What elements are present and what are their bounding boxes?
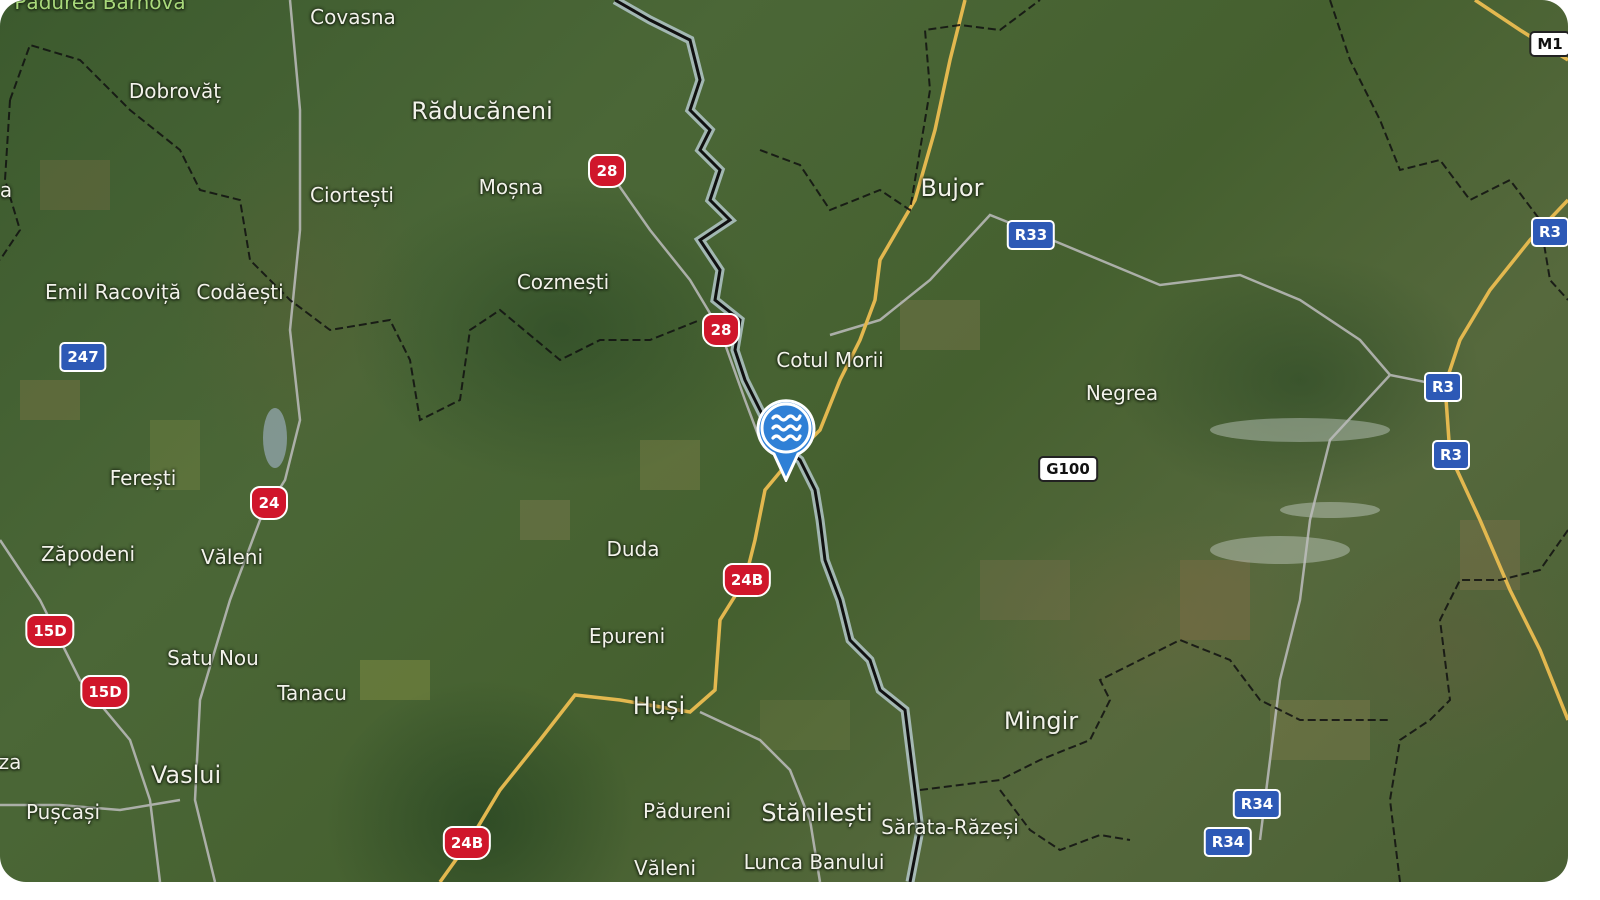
road-shield-15d: 15D — [25, 614, 75, 648]
place-label-vaslui: Vaslui — [150, 761, 222, 789]
road-shield-24b: 24B — [722, 563, 772, 597]
place-label-tanacu: Tanacu — [277, 681, 347, 705]
place-label-duda: Duda — [606, 537, 660, 561]
location-pin-marker[interactable] — [756, 398, 816, 484]
place-label-edge-left-za: za — [0, 750, 22, 774]
place-label-epureni: Epureni — [588, 624, 666, 648]
place-label-sarata-razesi: Sărata-Răzeși — [881, 815, 1019, 839]
road-shield-24: 24 — [250, 486, 288, 520]
place-label-satu-nou: Satu Nou — [167, 646, 259, 670]
place-label-valeni: Văleni — [200, 545, 264, 569]
place-label-cotul-morii: Cotul Morii — [776, 348, 884, 372]
place-label-stanilesti: Stănilești — [761, 799, 873, 827]
place-label-ciortesti: Ciortești — [310, 183, 394, 207]
place-label-padurea-barnova: Pădurea Bârnova — [14, 0, 186, 14]
place-label-mosna: Moșna — [478, 175, 544, 199]
place-label-padureni: Pădureni — [642, 799, 732, 823]
place-label-zapodeni: Zăpodeni — [40, 542, 136, 566]
place-label-husi: Huși — [632, 692, 686, 720]
place-label-lunca-banului: Lunca Banului — [743, 850, 885, 874]
road-shield-15d: 15D — [80, 675, 130, 709]
road-shield-r3: R3 — [1531, 217, 1568, 247]
road-shield-r3: R3 — [1424, 372, 1462, 402]
place-label-mingir: Mingir — [1003, 707, 1079, 735]
place-label-puscasi: Pușcași — [25, 800, 101, 824]
road-shield-r3: R3 — [1432, 440, 1470, 470]
road-shield-r34: R34 — [1203, 827, 1253, 857]
place-label-emil-racovita: Emil Racoviță — [44, 280, 182, 304]
place-label-dobrovat: Dobrovăț — [128, 79, 222, 103]
place-label-covasna: Covasna — [310, 5, 396, 29]
place-label-feresti: Ferești — [109, 466, 177, 490]
road-shield-g100: G100 — [1038, 456, 1098, 482]
place-label-cozmesti: Cozmești — [516, 270, 610, 294]
satellite-map[interactable]: Pădurea Bârnova Covasna Dobrovăț Răducăn… — [0, 0, 1568, 882]
road-shield-24b: 24B — [442, 826, 492, 860]
road-shield-r34: R34 — [1232, 789, 1282, 819]
place-label-raducaneni: Răducăneni — [411, 97, 553, 125]
place-label-valeni-2: Văleni — [633, 856, 697, 880]
place-label-codaesti: Codăești — [196, 280, 284, 304]
road-shield-r33: R33 — [1006, 220, 1056, 250]
road-shield-28: 28 — [588, 154, 626, 188]
place-label-edge-left-a: a — [0, 178, 13, 202]
place-label-bujor: Bujor — [920, 174, 984, 202]
water-waves-icon — [756, 399, 816, 484]
place-label-negrea: Negrea — [1085, 381, 1159, 405]
road-shield-247: 247 — [59, 342, 107, 372]
road-shield-28: 28 — [702, 313, 740, 347]
road-shield-m1: M1 — [1529, 31, 1568, 57]
